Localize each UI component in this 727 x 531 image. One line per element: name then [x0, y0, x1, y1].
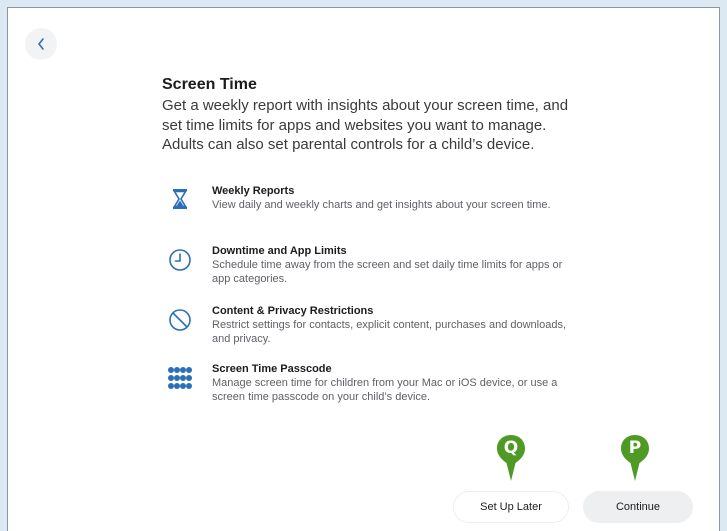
- feature-description: Schedule time away from the screen and s…: [212, 259, 563, 285]
- callout-letter: Q: [503, 438, 519, 458]
- callout-letter: P: [628, 438, 642, 458]
- hourglass-icon: [173, 189, 187, 209]
- keypad-icon: [168, 367, 192, 389]
- setup-window: Screen Time Get a weekly report with ins…: [7, 7, 720, 531]
- feature-title: Content & Privacy Restrictions: [212, 305, 374, 317]
- page-description: Get a weekly report with insights about …: [162, 97, 569, 153]
- prohibited-icon: [169, 309, 191, 331]
- feature-description: Manage screen time for children from you…: [212, 377, 558, 403]
- feature-content-privacy: Content & Privacy Restrictions Restrict …: [162, 305, 572, 346]
- feature-title: Downtime and App Limits: [212, 245, 347, 257]
- feature-description: Restrict settings for contacts, explicit…: [212, 319, 567, 345]
- callout-q-marker: Q: [496, 434, 526, 482]
- clock-icon: [169, 249, 191, 271]
- feature-title: Screen Time Passcode: [212, 363, 332, 375]
- callout-p-marker: P: [620, 434, 650, 482]
- feature-downtime-app-limits: Downtime and App Limits Schedule time aw…: [162, 245, 572, 286]
- feature-weekly-reports: Weekly Reports View daily and weekly cha…: [162, 185, 572, 213]
- feature-passcode: Screen Time Passcode Manage screen time …: [162, 363, 572, 404]
- back-button[interactable]: [25, 28, 57, 60]
- page-title: Screen Time: [162, 76, 257, 93]
- continue-button[interactable]: Continue: [583, 491, 693, 523]
- feature-description: View daily and weekly charts and get ins…: [212, 199, 551, 211]
- feature-title: Weekly Reports: [212, 185, 295, 197]
- chevron-left-icon: [38, 38, 44, 50]
- set-up-later-button[interactable]: Set Up Later: [453, 491, 569, 523]
